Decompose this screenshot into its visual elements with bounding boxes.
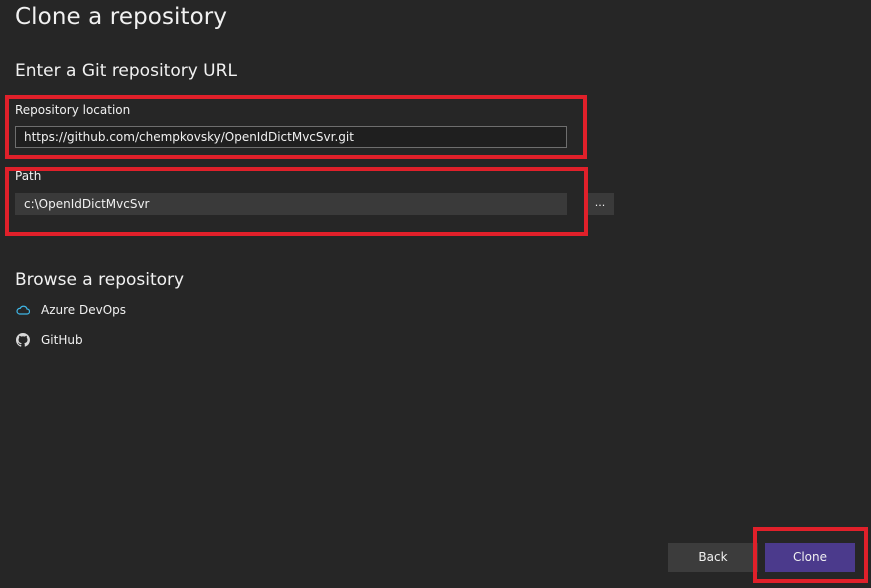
provider-label: Azure DevOps [41,303,127,317]
provider-github[interactable]: GitHub [15,331,83,349]
github-icon [15,332,31,348]
page-title: Clone a repository [15,4,228,30]
path-label: Path [15,169,42,183]
cloud-icon [15,302,31,318]
back-button[interactable]: Back [668,543,758,572]
browse-section-heading: Browse a repository [15,270,185,290]
provider-azure-devops[interactable]: Azure DevOps [15,301,126,319]
url-section-heading: Enter a Git repository URL [15,61,237,81]
clone-button[interactable]: Clone [765,543,855,572]
repository-location-input[interactable] [15,126,567,148]
path-input[interactable] [15,193,567,215]
browse-folder-button[interactable]: ... [586,193,614,215]
provider-label: GitHub [41,333,83,347]
clone-repository-dialog: Clone a repository Enter a Git repositor… [0,0,871,588]
repository-location-label: Repository location [15,103,131,117]
